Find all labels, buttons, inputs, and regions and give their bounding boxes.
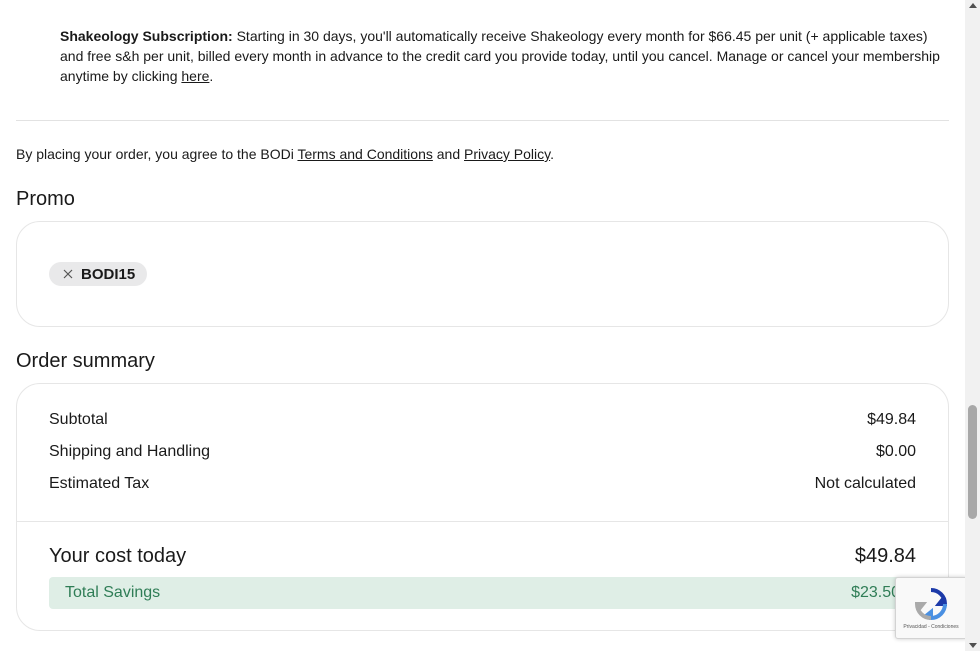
summary-row-tax: Estimated Tax Not calculated — [49, 475, 916, 493]
checkout-page: Shakeology Subscription: Starting in 30 … — [0, 0, 980, 651]
recaptcha-legal[interactable]: Privacidad - Condiciones — [903, 624, 958, 630]
section-divider — [16, 120, 949, 121]
privacy-link[interactable]: Privacy Policy — [464, 146, 550, 162]
summary-row-shipping: Shipping and Handling $0.00 — [49, 443, 916, 461]
summary-divider — [17, 521, 948, 522]
total-cost-label: Your cost today — [49, 545, 187, 567]
agreement-and: and — [432, 146, 465, 162]
page-scrollbar[interactable] — [965, 0, 980, 651]
summary-row-value: $49.84 — [867, 411, 916, 428]
total-savings-value: $23.50 — [851, 584, 900, 601]
subscription-notice: Shakeology Subscription: Starting in 30 … — [60, 26, 945, 86]
total-savings-label: Total Savings — [65, 584, 161, 601]
remove-promo-button[interactable] — [61, 267, 75, 281]
close-icon — [63, 269, 73, 279]
summary-row-label: Estimated Tax — [49, 475, 150, 492]
promo-title: Promo — [16, 188, 75, 210]
summary-row-subtotal: Subtotal $49.84 — [49, 411, 916, 429]
promo-card: BODI15 — [16, 221, 949, 327]
promo-code-chip: BODI15 — [49, 262, 148, 286]
recaptcha-badge[interactable]: Privacidad - Condiciones — [895, 577, 967, 639]
scrollbar-thumb[interactable] — [968, 405, 977, 519]
manage-subscription-link[interactable]: here — [181, 68, 209, 84]
summary-row-value: $0.00 — [875, 443, 916, 460]
subscription-end: . — [209, 68, 214, 84]
order-summary-card: Subtotal $49.84 Shipping and Handling $0… — [16, 383, 949, 631]
subscription-label: Shakeology Subscription: — [60, 28, 233, 44]
order-agreement: By placing your order, you agree to the … — [16, 144, 554, 164]
total-savings-bar: Total Savings $23.50 — [49, 577, 916, 609]
scroll-down-arrow-icon[interactable] — [968, 643, 977, 648]
summary-row-value: Not calculated — [814, 475, 916, 492]
agreement-end: . — [550, 146, 554, 162]
recaptcha-icon — [914, 588, 948, 621]
promo-code-label: BODI15 — [81, 265, 136, 283]
agreement-prefix: By placing your order, you agree to the … — [16, 146, 298, 162]
order-summary-title: Order summary — [16, 350, 155, 372]
terms-link[interactable]: Terms and Conditions — [297, 146, 432, 162]
summary-row-label: Shipping and Handling — [49, 443, 211, 460]
scroll-up-arrow-icon[interactable] — [968, 3, 977, 8]
total-cost-value: $49.84 — [854, 545, 916, 567]
total-cost-row: Your cost today $49.84 — [49, 545, 916, 568]
summary-row-label: Subtotal — [49, 411, 108, 428]
